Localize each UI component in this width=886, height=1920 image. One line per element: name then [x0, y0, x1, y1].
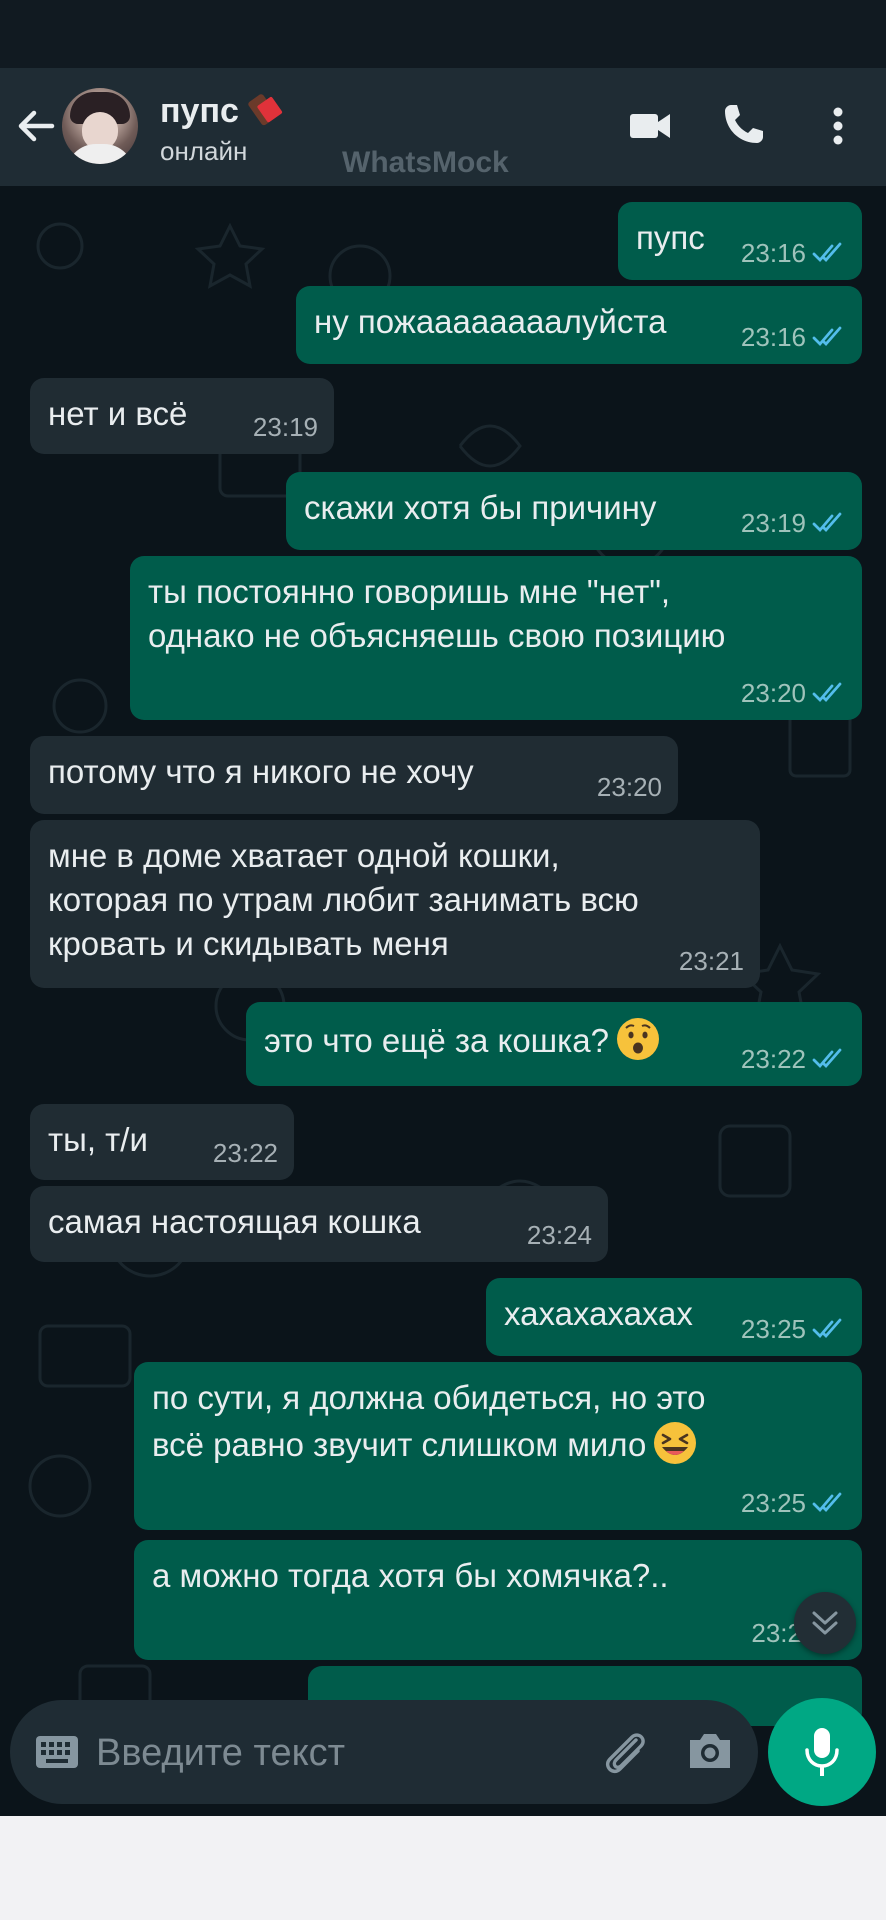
system-navigation-bar — [0, 1816, 886, 1920]
video-call-icon[interactable] — [628, 108, 672, 144]
message-bubble-outgoing[interactable]: ты постоянно говоришь мне "нет", однако … — [130, 556, 862, 720]
status-bar — [0, 0, 886, 68]
message-bubble-outgoing[interactable]: хахахахахах 23:25 — [486, 1278, 862, 1356]
watermark-text: WhatsMock — [342, 146, 509, 179]
read-ticks-icon — [812, 1318, 842, 1339]
message-bubble-incoming[interactable]: ты, т/и 23:22 — [30, 1104, 294, 1180]
message-bubble-incoming[interactable]: нет и всё 23:19 — [30, 378, 334, 454]
message-bubble-incoming[interactable]: потому что я никого не хочу 23:20 — [30, 736, 678, 814]
microphone-icon — [805, 1728, 839, 1776]
message-text: потому что я никого не хочу — [48, 753, 474, 790]
message-time: 23:20 — [740, 678, 806, 708]
message-time: 23:25 — [740, 1314, 806, 1344]
message-time: 23:19 — [740, 508, 806, 538]
message-bubble-outgoing[interactable]: это что ещё за кошка? 23:22 — [246, 1002, 862, 1086]
laughing-face-emoji-icon — [654, 1422, 697, 1464]
message-time: 23:24 — [526, 1220, 592, 1250]
message-bubble-outgoing[interactable]: а можно тогда хотя бы хомячка?.. 23:2 — [134, 1540, 862, 1660]
read-ticks-icon — [812, 682, 842, 703]
message-time: 23:25 — [740, 1488, 806, 1518]
message-text: мне в доме хватает одной кошки, которая … — [48, 837, 639, 962]
read-ticks-icon — [812, 1492, 842, 1513]
back-arrow-icon[interactable] — [14, 104, 58, 148]
message-time: 23:22 — [740, 1044, 806, 1074]
message-text: по сути, я должна обидеться, но это всё … — [152, 1379, 706, 1463]
chat-area[interactable]: пупс 23:16 ну пожаааааааалуйста 23:16 не… — [0, 186, 886, 1816]
message-text: ты постоянно говоришь мне "нет", однако … — [148, 573, 726, 654]
voice-record-button[interactable] — [768, 1698, 876, 1806]
message-text: ну пожаааааааалуйста — [314, 303, 667, 340]
message-bubble-incoming[interactable]: мне в доме хватает одной кошки, которая … — [30, 820, 760, 988]
message-input[interactable] — [94, 1722, 598, 1784]
message-time: 23:21 — [678, 946, 744, 976]
message-time: 23:20 — [596, 772, 662, 802]
contact-name-row[interactable]: пупс — [160, 90, 283, 131]
camera-icon[interactable] — [686, 1730, 734, 1772]
message-bubble-outgoing[interactable]: по сути, я должна обидеться, но это всё … — [134, 1362, 862, 1530]
message-time: 23:19 — [252, 412, 318, 442]
message-time: 23:16 — [740, 238, 806, 268]
message-text: а можно тогда хотя бы хомячка?.. — [152, 1557, 669, 1594]
contact-avatar[interactable] — [62, 88, 138, 164]
message-text: самая настоящая кошка — [48, 1203, 421, 1240]
contact-name: пупс — [160, 92, 239, 130]
chat-header: пупс онлайн WhatsMock — [0, 68, 886, 186]
chocolate-bar-emoji-icon — [248, 94, 282, 126]
paperclip-attach-icon[interactable] — [600, 1726, 650, 1778]
message-composer — [10, 1700, 758, 1804]
message-text: ты, т/и — [48, 1121, 148, 1158]
keyboard-icon[interactable] — [34, 1734, 80, 1770]
message-time: 23:22 — [212, 1138, 278, 1168]
scroll-to-bottom-button[interactable] — [794, 1592, 856, 1654]
double-chevron-down-icon — [812, 1611, 838, 1635]
message-bubble-outgoing[interactable]: ну пожаааааааалуйста 23:16 — [296, 286, 862, 364]
message-text: скажи хотя бы причину — [304, 489, 657, 526]
message-bubble-outgoing[interactable]: пупс 23:16 — [618, 202, 862, 280]
contact-status: онлайн — [160, 136, 248, 166]
hushed-face-emoji-icon — [617, 1018, 660, 1060]
message-text: это что ещё за кошка? — [264, 1022, 610, 1059]
read-ticks-icon — [812, 326, 842, 347]
message-text: пупс — [636, 219, 705, 256]
message-text: нет и всё — [48, 395, 188, 432]
more-options-icon[interactable] — [822, 104, 854, 148]
read-ticks-icon — [812, 1048, 842, 1069]
voice-call-icon[interactable] — [722, 102, 766, 146]
message-text: хахахахахах — [504, 1295, 693, 1332]
message-bubble-incoming[interactable]: самая настоящая кошка 23:24 — [30, 1186, 608, 1262]
read-ticks-icon — [812, 242, 842, 263]
read-ticks-icon — [812, 512, 842, 533]
message-bubble-outgoing[interactable]: скажи хотя бы причину 23:19 — [286, 472, 862, 550]
message-time: 23:16 — [740, 322, 806, 352]
